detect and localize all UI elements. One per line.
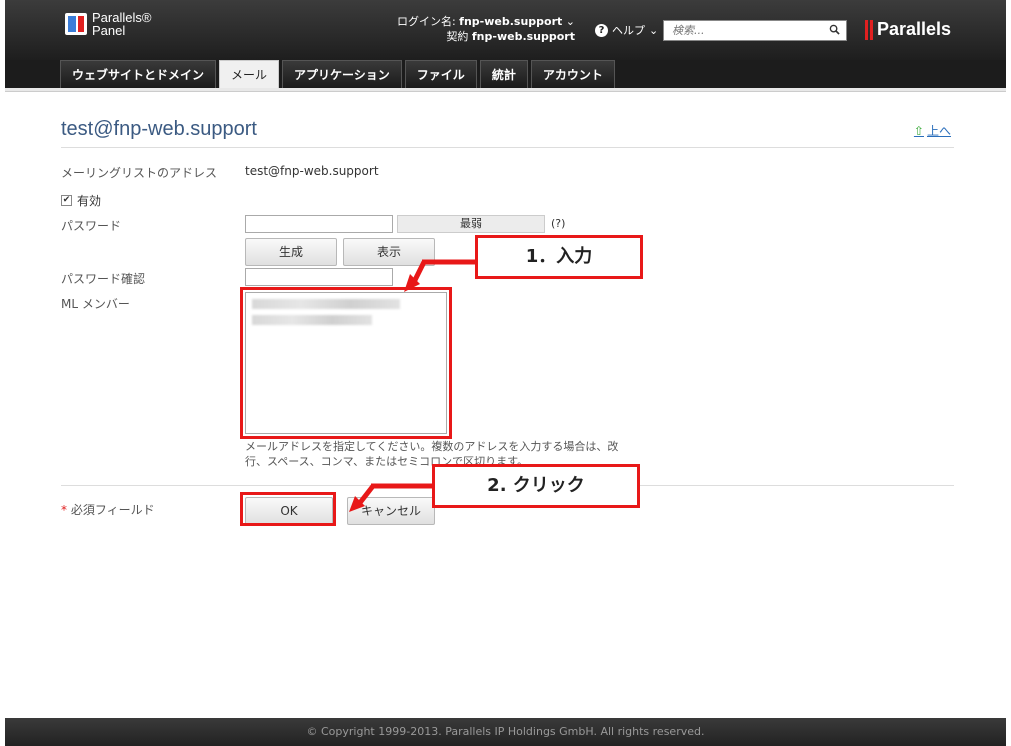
login-label: ログイン名:	[396, 15, 460, 28]
login-value: fnp-web.support	[459, 15, 563, 28]
confirm-password-input[interactable]	[245, 268, 393, 286]
search-icon[interactable]	[829, 24, 840, 35]
panel-logo-text: Parallels® Panel	[92, 11, 151, 37]
help-icon: ?	[595, 23, 608, 37]
help-label: ヘルプ	[612, 24, 645, 37]
password-input[interactable]	[245, 215, 393, 233]
required-fields-note: * 必須フィールド	[61, 501, 155, 518]
page-title: test@fnp-web.support	[61, 118, 257, 140]
logo-line2: Panel	[92, 23, 126, 38]
annotation-step2-text: 2. クリック	[487, 475, 585, 496]
confirm-password-label: パスワード確認	[61, 272, 146, 286]
search-input[interactable]	[664, 21, 814, 40]
panel-logo[interactable]: Parallels® Panel	[65, 11, 155, 41]
main-tabs: ウェブサイトとドメイン メール アプリケーション ファイル 統計 アカウント	[60, 60, 615, 88]
parallels-brand: Parallels	[865, 19, 951, 40]
checkbox-checked-icon[interactable]: ✔	[61, 195, 72, 206]
tab-websites-domains[interactable]: ウェブサイトとドメイン	[60, 60, 217, 88]
annotation-step2-box: 2. クリック	[432, 464, 640, 508]
annotation-highlight-textarea	[240, 287, 452, 439]
password-label: パスワード	[61, 219, 122, 233]
annotation-arrow-2-icon	[349, 483, 435, 512]
title-divider	[61, 147, 954, 148]
search-box	[663, 20, 847, 41]
panel-logo-icon	[65, 13, 87, 35]
brand-bars-icon	[865, 19, 873, 40]
required-label: 必須フィールド	[70, 503, 155, 517]
contract-label: 契約	[446, 30, 472, 43]
brand-text: Parallels	[877, 19, 952, 39]
up-level-link[interactable]: ⇧ 上へ	[914, 122, 951, 139]
help-menu[interactable]: ? ヘルプ ⌄	[595, 22, 658, 38]
enabled-label: 有効	[77, 194, 102, 208]
annotation-step1-text: 1．入力	[525, 246, 593, 267]
annotation-highlight-ok	[240, 492, 336, 526]
login-info[interactable]: ログイン名: fnp-web.support ⌄ 契約 fnp-web.supp…	[385, 14, 575, 44]
address-label: メーリングリストのアドレス	[61, 166, 218, 180]
up-level-label: 上へ	[926, 124, 951, 138]
annotation-step1-box: 1．入力	[475, 235, 643, 279]
password-strength-meter: 最弱	[397, 215, 545, 233]
tab-mail[interactable]: メール	[219, 60, 280, 88]
members-label: ML メンバー	[61, 297, 130, 311]
tab-underline	[5, 88, 1006, 92]
annotation-arrow-1-icon	[404, 259, 476, 292]
tab-statistics[interactable]: 統計	[479, 60, 528, 88]
chevron-down-icon: ⌄	[565, 15, 575, 28]
contract-value: fnp-web.support	[471, 30, 575, 43]
tab-files[interactable]: ファイル	[404, 60, 477, 88]
address-value: test@fnp-web.support	[245, 164, 379, 178]
required-mark: *	[61, 503, 67, 517]
tab-account[interactable]: アカウント	[530, 60, 615, 88]
main-content: test@fnp-web.support ⇧ 上へ メーリングリストのアドレス …	[5, 93, 1006, 718]
tab-applications[interactable]: アプリケーション	[282, 60, 402, 88]
up-arrow-icon: ⇧	[913, 123, 924, 138]
enabled-checkbox[interactable]: ✔ 有効	[61, 192, 101, 209]
footer: © Copyright 1999-2013. Parallels IP Hold…	[5, 718, 1006, 746]
top-header: Parallels® Panel ログイン名: fnp-web.support …	[5, 0, 1006, 60]
generate-password-button[interactable]: 生成	[245, 238, 337, 266]
chevron-down-icon: ⌄	[649, 23, 659, 37]
strength-help-hint[interactable]: (?)	[551, 217, 565, 230]
